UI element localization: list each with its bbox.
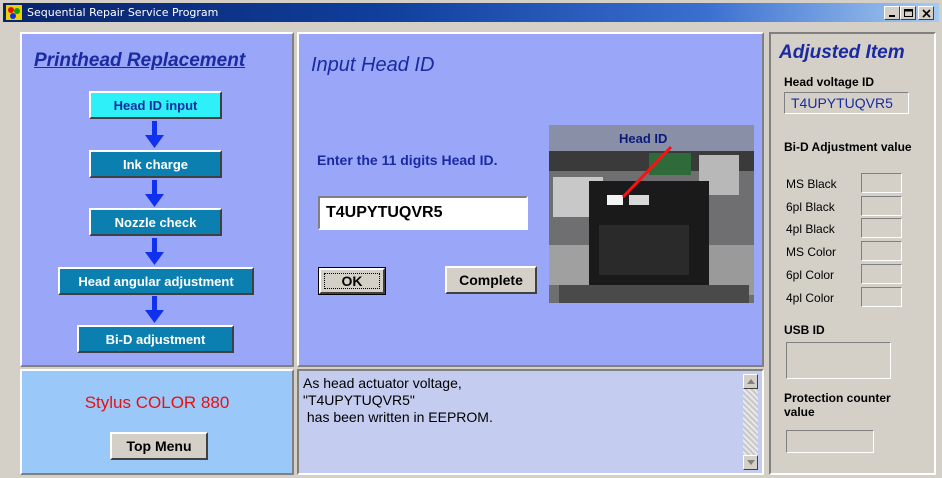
ok-button[interactable]: OK — [318, 267, 386, 295]
printhead-photo: Head ID — [549, 125, 754, 303]
arrow-down-icon — [145, 238, 164, 265]
maximize-button[interactable] — [900, 6, 916, 20]
close-button[interactable] — [918, 6, 934, 20]
message-scrollbar[interactable] — [743, 374, 758, 470]
arrow-down-icon — [145, 180, 164, 207]
head-id-panel: Input Head ID Enter the 11 digits Head I… — [297, 32, 764, 367]
model-name: Stylus COLOR 880 — [84, 393, 230, 412]
bid-row-label: 6pl Color — [786, 268, 835, 282]
bid-row-label: MS Color — [786, 245, 837, 259]
message-text: As head actuator voltage, "T4UPYTUQVR5" … — [303, 375, 493, 425]
bid-row-label: 4pl Color — [786, 291, 835, 305]
minimize-icon — [889, 15, 895, 17]
step-head-id-input[interactable]: Head ID input — [89, 91, 222, 119]
top-menu-button[interactable]: Top Menu — [110, 432, 208, 460]
step-bi-d-adjustment[interactable]: Bi-D adjustment — [77, 325, 234, 353]
step-head-angular-adjustment[interactable]: Head angular adjustment — [58, 267, 254, 295]
adjusted-title: Adjusted Item — [779, 42, 905, 63]
photo-caption: Head ID — [619, 131, 668, 146]
protection-counter-label: Protection counter value — [784, 391, 891, 419]
step-label: Head ID input — [113, 97, 198, 113]
bid-value-field — [861, 287, 902, 307]
head-id-input[interactable]: T4UPYTUQVR5 — [318, 196, 528, 230]
model-panel: Stylus COLOR 880 Top Menu — [20, 369, 294, 475]
complete-button[interactable]: Complete — [445, 266, 537, 294]
bid-value-field — [861, 196, 902, 216]
procedure-panel: Printhead Replacement Head ID input Ink … — [20, 32, 294, 367]
adjusted-item-panel: Adjusted Item Head voltage ID T4UPYTUQVR… — [769, 32, 936, 475]
app-window: Sequential Repair Service Program Printh… — [0, 0, 942, 478]
arrow-down-icon — [145, 121, 164, 148]
bid-row-label: MS Black — [786, 177, 837, 191]
head-voltage-label: Head voltage ID — [784, 75, 875, 89]
printhead-illustration — [549, 125, 754, 303]
procedure-title: Printhead Replacement — [34, 50, 246, 71]
bid-row-label: 4pl Black — [786, 222, 835, 236]
ok-label: OK — [341, 273, 363, 289]
close-icon — [922, 9, 931, 18]
step-label: Bi-D adjustment — [105, 331, 206, 347]
complete-label: Complete — [459, 272, 523, 288]
maximize-icon — [904, 9, 913, 17]
step-ink-charge[interactable]: Ink charge — [89, 150, 222, 178]
minimize-button[interactable] — [884, 6, 900, 20]
step-nozzle-check[interactable]: Nozzle check — [89, 208, 222, 236]
window-title: Sequential Repair Service Program — [27, 6, 219, 19]
bid-value-field — [861, 218, 902, 238]
step-label: Nozzle check — [114, 214, 197, 230]
arrow-down-icon — [145, 296, 164, 323]
app-icon — [6, 5, 22, 20]
head-voltage-value: T4UPYTUQVR5 — [784, 92, 909, 114]
bid-row-label: 6pl Black — [786, 200, 835, 214]
usb-id-field — [786, 342, 891, 379]
top-menu-label: Top Menu — [126, 438, 192, 454]
panel-title: Input Head ID — [311, 54, 435, 76]
message-box[interactable]: As head actuator voltage, "T4UPYTUQVR5" … — [297, 369, 764, 475]
scroll-up-button[interactable] — [743, 374, 758, 389]
protection-counter-field — [786, 430, 874, 453]
usb-id-label: USB ID — [784, 323, 825, 337]
step-label: Head angular adjustment — [78, 273, 234, 289]
scroll-up-icon — [747, 379, 755, 384]
bid-value-field — [861, 241, 902, 261]
scroll-down-button[interactable] — [743, 455, 758, 470]
step-label: Ink charge — [122, 156, 189, 172]
bid-adjustment-label: Bi-D Adjustment value — [784, 140, 912, 154]
bid-value-field — [861, 264, 902, 284]
title-bar[interactable]: Sequential Repair Service Program — [3, 3, 939, 22]
bid-value-field — [861, 173, 902, 193]
scroll-down-icon — [747, 460, 755, 465]
head-id-prompt: Enter the 11 digits Head ID. — [317, 152, 498, 168]
